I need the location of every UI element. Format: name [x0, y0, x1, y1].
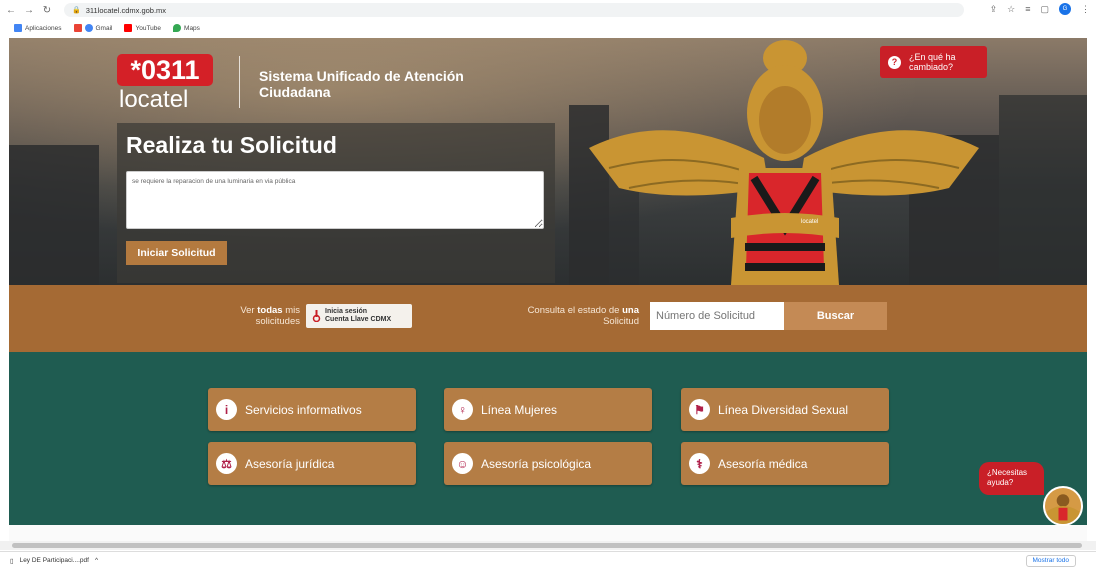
star-icon[interactable]: ☆ [1007, 4, 1015, 15]
service-juridica[interactable]: ⚖ Asesoría jurídica [208, 442, 416, 485]
login-label: Inicia sesión Cuenta Llave CDMX [325, 308, 392, 323]
status-text: Consulta el estado de una Solicitud [527, 305, 639, 327]
download-item[interactable]: ▯ Ley DE Participaci....pdf ^ [10, 557, 98, 565]
service-mujeres[interactable]: ♀ Línea Mujeres [444, 388, 652, 431]
service-informativos[interactable]: i Servicios informativos [208, 388, 416, 431]
downloads-bar: ▯ Ley DE Participaci....pdf ^ Mostrar to… [0, 551, 1096, 569]
share-icon[interactable]: ⇪ [990, 4, 998, 15]
whats-changed-button[interactable]: ? ¿En qué ha cambiado? [880, 46, 987, 78]
browser-toolbar: ← → ↻ 🔒 311locatel.cdmx.gob.mx ⇪ ☆ ≡ ▢ G… [0, 0, 1096, 20]
youtube-icon [124, 24, 133, 32]
horizontal-scrollbar[interactable] [0, 541, 1096, 550]
hero-section: *0311 locatel Sistema Unificado de Atenc… [9, 38, 1087, 285]
info-icon: i [216, 399, 237, 420]
footer-strip [9, 525, 1087, 541]
head-icon: ☺ [452, 453, 473, 474]
back-icon[interactable]: ← [4, 5, 18, 16]
request-input[interactable]: se requiere la reparacion de una luminar… [126, 171, 544, 229]
bookmark-apps[interactable]: Aplicaciones [14, 24, 62, 32]
services-section: i Servicios informativos ♀ Línea Mujeres… [9, 352, 1087, 525]
diversity-icon: ⚑ [689, 399, 710, 420]
forward-icon[interactable]: → [22, 5, 36, 16]
login-llave-button[interactable]: Inicia sesión Cuenta Llave CDMX [306, 304, 412, 328]
profile-avatar[interactable]: G [1059, 3, 1071, 15]
scales-icon: ⚖ [216, 453, 237, 474]
page-content: *0311 locatel Sistema Unificado de Atenc… [9, 38, 1087, 541]
scrollbar-thumb[interactable] [12, 543, 1082, 548]
bookmarks-bar: Aplicaciones Gmail YouTube Maps [0, 20, 1096, 36]
chevron-up-icon[interactable]: ^ [95, 557, 98, 564]
female-icon: ♀ [452, 399, 473, 420]
menu-icon[interactable]: ⋮ [1081, 4, 1090, 15]
request-number-input[interactable] [650, 302, 784, 330]
search-button[interactable]: Buscar [784, 302, 887, 330]
maps-icon [173, 24, 182, 32]
service-psicologica[interactable]: ☺ Asesoría psicológica [444, 442, 652, 485]
url-text: 311locatel.cdmx.gob.mx [85, 5, 167, 15]
key-icon [312, 310, 321, 322]
whats-changed-label: ¿En qué ha cambiado? [909, 52, 956, 72]
service-diversidad[interactable]: ⚑ Línea Diversidad Sexual [681, 388, 889, 431]
status-band: Ver todas mis solicitudes Inicia sesión C… [9, 285, 1087, 352]
question-icon: ? [888, 55, 901, 69]
address-bar[interactable]: 🔒 311locatel.cdmx.gob.mx [64, 3, 964, 17]
request-heading: Realiza tu Solicitud [126, 132, 337, 158]
apps-grid-icon [14, 24, 22, 32]
chat-avatar[interactable] [1043, 486, 1083, 526]
system-title: Sistema Unificado de Atención Ciudadana [259, 68, 464, 100]
service-medica[interactable]: ⚕ Asesoría médica [681, 442, 889, 485]
need-help-bubble[interactable]: ¿Necesitas ayuda? [979, 462, 1044, 495]
bookmark-maps[interactable]: Maps [173, 24, 200, 32]
google-icon [84, 24, 93, 32]
sidepanel-icon[interactable]: ▢ [1040, 4, 1049, 15]
lock-icon: 🔒 [72, 7, 81, 14]
reading-list-icon[interactable]: ≡ [1025, 4, 1030, 14]
start-request-button[interactable]: Iniciar Solicitud [126, 241, 227, 265]
gmail-icon [73, 24, 82, 32]
locatel-logo[interactable]: *0311 locatel [117, 54, 213, 114]
show-all-button[interactable]: Mostrar todo [1025, 555, 1076, 567]
see-all-text: Ver todas mis solicitudes [240, 305, 300, 327]
bookmark-youtube[interactable]: YouTube [124, 24, 161, 32]
stethoscope-icon: ⚕ [689, 453, 710, 474]
bookmark-gmail[interactable]: Gmail [73, 24, 112, 32]
svg-text:locatel: locatel [801, 219, 818, 225]
reload-icon[interactable]: ↻ [40, 5, 54, 16]
angel-avatar-icon [1046, 494, 1080, 524]
header-divider [239, 56, 240, 108]
pdf-file-icon: ▯ [10, 557, 14, 565]
request-panel: Realiza tu Solicitud se requiere la repa… [117, 123, 555, 283]
